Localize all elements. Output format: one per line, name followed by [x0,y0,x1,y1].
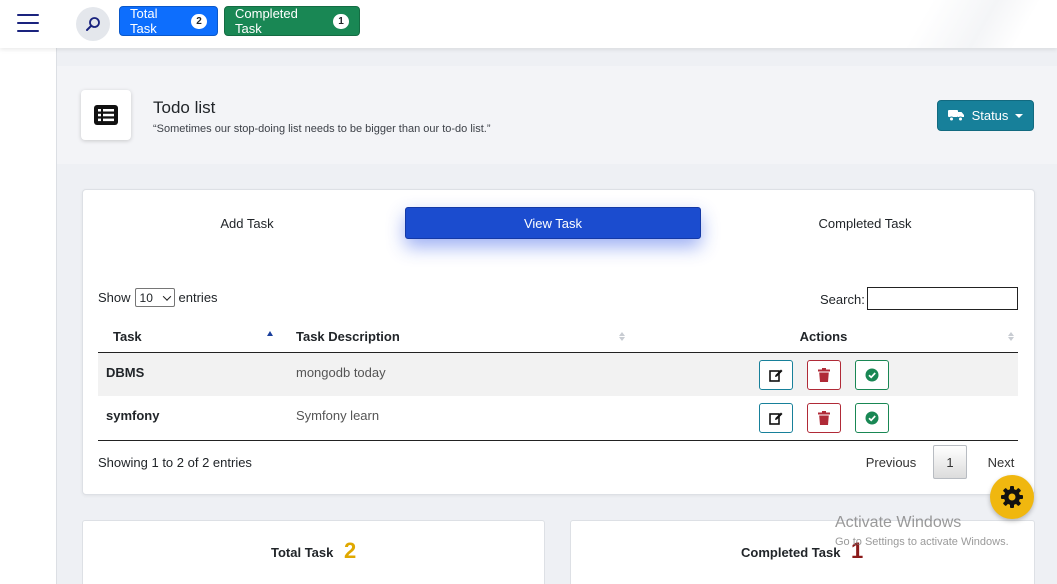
search-label: Search: [820,292,865,307]
gear-icon [1001,486,1023,508]
watermark-title: Activate Windows [835,514,962,531]
table-row: DBMS mongodb today [98,352,1018,396]
edit-icon [768,369,782,382]
column-header-task[interactable]: Task [98,321,281,353]
tab-view-task[interactable]: View Task [405,207,701,239]
show-label: Show [98,290,131,305]
task-description-cell: mongodb today [281,352,629,396]
watermark-subtitle: Go to Settings to activate Windows. [835,536,1009,548]
delete-button[interactable] [806,359,841,390]
edit-button[interactable] [758,359,793,390]
tab-add-task[interactable]: Add Task [99,207,395,239]
actions-cell [629,396,1018,441]
actions-cell [629,352,1018,396]
tasks-table: Task Task Description Actions DBMS mongo… [98,321,1018,441]
check-circle-icon [865,368,878,381]
task-name-cell: symfony [98,396,281,441]
status-dropdown-button[interactable]: Status [937,100,1034,131]
entries-length-control: Show 10 entries [98,288,218,307]
task-description-cell: Symfony learn [281,396,629,441]
edit-icon [768,412,782,425]
topbar-decoration [867,0,1057,48]
entries-label: entries [178,290,218,305]
sort-icon [619,332,625,341]
complete-button[interactable] [854,359,889,390]
next-page-button[interactable]: Next [971,445,1031,479]
column-header-actions[interactable]: Actions [629,321,1018,353]
delete-button[interactable] [806,403,841,433]
search-icon [86,17,100,31]
page-title: Todo list [153,98,216,117]
caret-down-icon [1015,113,1024,118]
page-button[interactable]: 1 [933,445,967,479]
sort-ascending-icon [267,331,273,336]
table-search-input[interactable] [867,287,1018,310]
sidebar [0,48,57,584]
table-row: symfony Symfony learn [98,396,1018,441]
total-task-stat-value: 2 [344,538,357,563]
table-info: Showing 1 to 2 of 2 entries [98,455,252,470]
page-header: Todo list “Sometimes our stop-doing list… [57,66,1057,164]
table-header-row: Task Task Description Actions [98,321,1018,353]
chevron-down-icon [162,291,171,301]
completed-task-button[interactable]: Completed Task 1 [224,6,360,36]
truck-icon [947,110,964,122]
completed-task-badge: 1 [333,13,349,29]
task-card: Add Task View Task Completed Task Show 1… [82,189,1035,495]
column-description-label: Task Description [296,328,400,344]
column-actions-label: Actions [799,328,848,344]
total-task-card: Total Task 2 [82,520,545,584]
pagination: Previous 1 Next [853,445,1031,479]
edit-button[interactable] [758,403,793,433]
trash-icon [817,367,830,382]
entries-select[interactable]: 10 [134,288,175,307]
total-task-label: Total Task [130,6,158,36]
completed-task-label: Completed Task [235,6,298,36]
menu-icon[interactable] [17,14,39,32]
tab-completed-task[interactable]: Completed Task [717,207,1013,239]
search-button[interactable] [76,7,110,41]
task-name-cell: DBMS [98,352,281,396]
completed-task-stat-label: Completed Task [741,545,841,560]
total-task-badge: 2 [191,13,207,29]
check-circle-icon [865,411,878,425]
trash-icon [817,411,830,425]
top-navbar: Total Task 2 Completed Task 1 [0,0,1057,48]
page-subtitle: “Sometimes our stop-doing list needs to … [153,123,491,135]
settings-button[interactable] [990,475,1034,519]
previous-page-button[interactable]: Previous [853,445,929,479]
complete-button[interactable] [854,403,889,433]
column-header-description[interactable]: Task Description [281,321,629,353]
entries-select-value: 10 [139,290,153,305]
column-task-label: Task [113,328,142,344]
header-icon-box [81,90,131,140]
activate-windows-watermark: Activate Windows Go to Settings to activ… [835,514,1009,548]
status-button-label: Status [971,108,1009,123]
total-task-stat-label: Total Task [271,545,334,560]
total-task-button[interactable]: Total Task 2 [119,6,218,36]
list-icon [94,105,118,125]
sort-icon [1008,332,1014,341]
